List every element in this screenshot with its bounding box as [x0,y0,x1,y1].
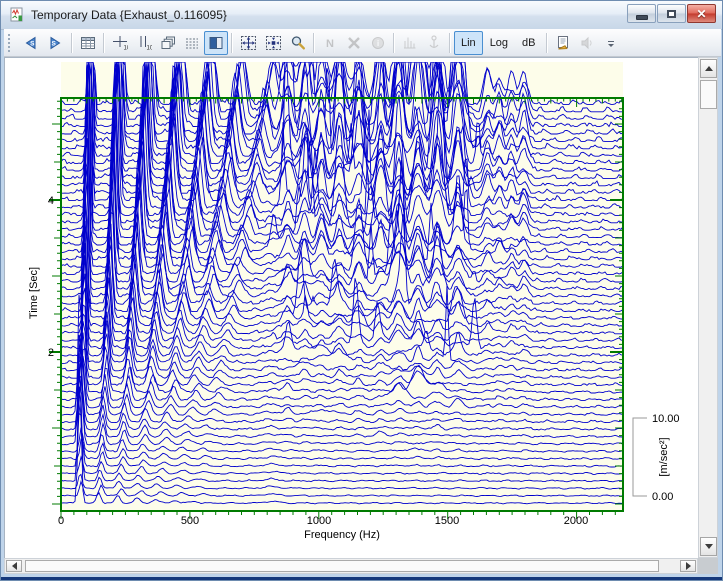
curve-fit-n-button[interactable]: N [318,31,342,55]
y-tick-label-4: 4 [48,195,54,207]
dot-display-icon [184,35,200,51]
waterfall-display-button[interactable] [204,31,228,55]
scale-db-label: dB [519,37,538,49]
single-cursor-icon: 10 [112,35,128,51]
close-icon: ✕ [696,8,706,20]
toolbar-grip-icon[interactable] [8,34,13,52]
y-axis-title: Time [Sec] [28,267,40,319]
arrow-up-icon [705,62,713,71]
vertical-scrollbar[interactable] [698,57,718,558]
scale-linear-label: Lin [458,37,479,49]
titlebar: Temporary Data {Exhaust_0.116095} ✕ [1,1,722,30]
back-display-icon [160,35,176,51]
curve-info-icon: i [370,35,386,51]
toolbar-separator [546,33,548,53]
svg-text:10: 10 [147,45,153,51]
double-cursor-icon: 10 [136,35,152,51]
minimize-icon [636,15,648,20]
svg-text:10: 10 [124,45,129,51]
toolbar: S S 10 10 Ni Lin LogdB [4,29,721,57]
window-title: Temporary Data {Exhaust_0.116095} [31,8,227,22]
svg-text:S: S [52,40,57,47]
horizontal-scroll-thumb[interactable] [25,560,659,572]
toolbar-options-icon [606,35,616,51]
toolbar-separator [449,33,451,53]
window-controls: ✕ [627,4,716,23]
scale-linear-button[interactable]: Lin [454,31,483,55]
harmonic-cursor-icon [402,35,418,51]
close-button[interactable]: ✕ [687,4,716,23]
amplitude-max-label: 10.00 [652,413,680,425]
scroll-down-button[interactable] [700,537,717,556]
x-tick-label-1000: 1000 [307,515,331,527]
toolbar-separator [393,33,395,53]
x-tick-label-500: 500 [181,515,199,527]
zoom-box-button[interactable] [261,31,286,55]
y-tick-label-2: 2 [48,347,54,359]
previous-section-button[interactable]: S [18,31,43,55]
curve-info-button[interactable]: i [366,31,390,55]
scale-log-button[interactable]: Log [483,31,515,55]
fixed-cursor-icon [426,35,442,51]
fixed-cursor-button[interactable] [422,31,446,55]
x-axis-title: Frequency (Hz) [304,529,380,541]
show-data-table-icon [80,35,96,51]
harmonic-cursor-button[interactable] [398,31,422,55]
waterfall-display-icon [208,35,224,51]
back-display-button[interactable] [156,31,180,55]
scale-db-button[interactable]: dB [515,31,542,55]
svg-text:i: i [377,38,379,48]
svg-text:S: S [30,40,35,47]
arrow-left-icon [8,562,17,570]
curve-remove-icon [346,35,362,51]
curve-remove-button[interactable] [342,31,366,55]
magnify-icon [290,35,306,51]
restore-icon [667,10,676,18]
toolbar-separator [71,33,73,53]
scale-log-label: Log [487,37,511,49]
waveform-document-icon [9,7,25,23]
previous-section-icon: S [22,35,39,51]
scroll-right-button[interactable] [680,560,696,572]
zoom-extents-button[interactable] [236,31,261,55]
vertical-scroll-thumb[interactable] [700,80,717,109]
zoom-extents-icon [240,35,257,51]
toolbar-separator [313,33,315,53]
scrollbar-corner [698,558,718,574]
properties-icon [555,35,571,51]
curve-fit-n-icon: N [322,35,338,51]
toolbar-separator [231,33,233,53]
amplitude-unit-label: [m/sec²] [658,437,670,476]
toolbar-options-button[interactable] [599,31,623,55]
next-section-icon: S [47,35,64,51]
play-sound-icon [579,35,595,51]
x-tick-label-2000: 2000 [564,515,588,527]
arrow-down-icon [705,544,713,553]
zoom-box-icon [265,35,282,51]
properties-button[interactable] [551,31,575,55]
magnify-button[interactable] [286,31,310,55]
x-tick-label-1500: 1500 [435,515,459,527]
minimize-button[interactable] [627,4,656,23]
amplitude-min-label: 0.00 [652,491,673,503]
play-sound-button[interactable] [575,31,599,55]
plot-canvas[interactable]: 4 2 0 500 1000 1500 2000 Frequency (Hz) … [4,57,698,558]
horizontal-scrollbar[interactable] [4,558,698,574]
scroll-left-button[interactable] [6,560,22,572]
double-cursor-button[interactable]: 10 [132,31,156,55]
scroll-up-button[interactable] [700,59,717,78]
svg-text:N: N [326,38,334,50]
show-data-table-button[interactable] [76,31,100,55]
amplitude-scale-bracket [633,418,647,496]
single-cursor-button[interactable]: 10 [108,31,132,55]
dot-display-button[interactable] [180,31,204,55]
next-section-button[interactable]: S [43,31,68,55]
arrow-right-icon [686,562,695,570]
restore-button[interactable] [657,4,686,23]
app-window: Temporary Data {Exhaust_0.116095} ✕ S S 10… [0,0,723,581]
x-tick-label-0: 0 [58,515,64,527]
toolbar-separator [103,33,105,53]
waterfall-plot[interactable]: 4 2 0 500 1000 1500 2000 Frequency (Hz) … [4,57,698,558]
